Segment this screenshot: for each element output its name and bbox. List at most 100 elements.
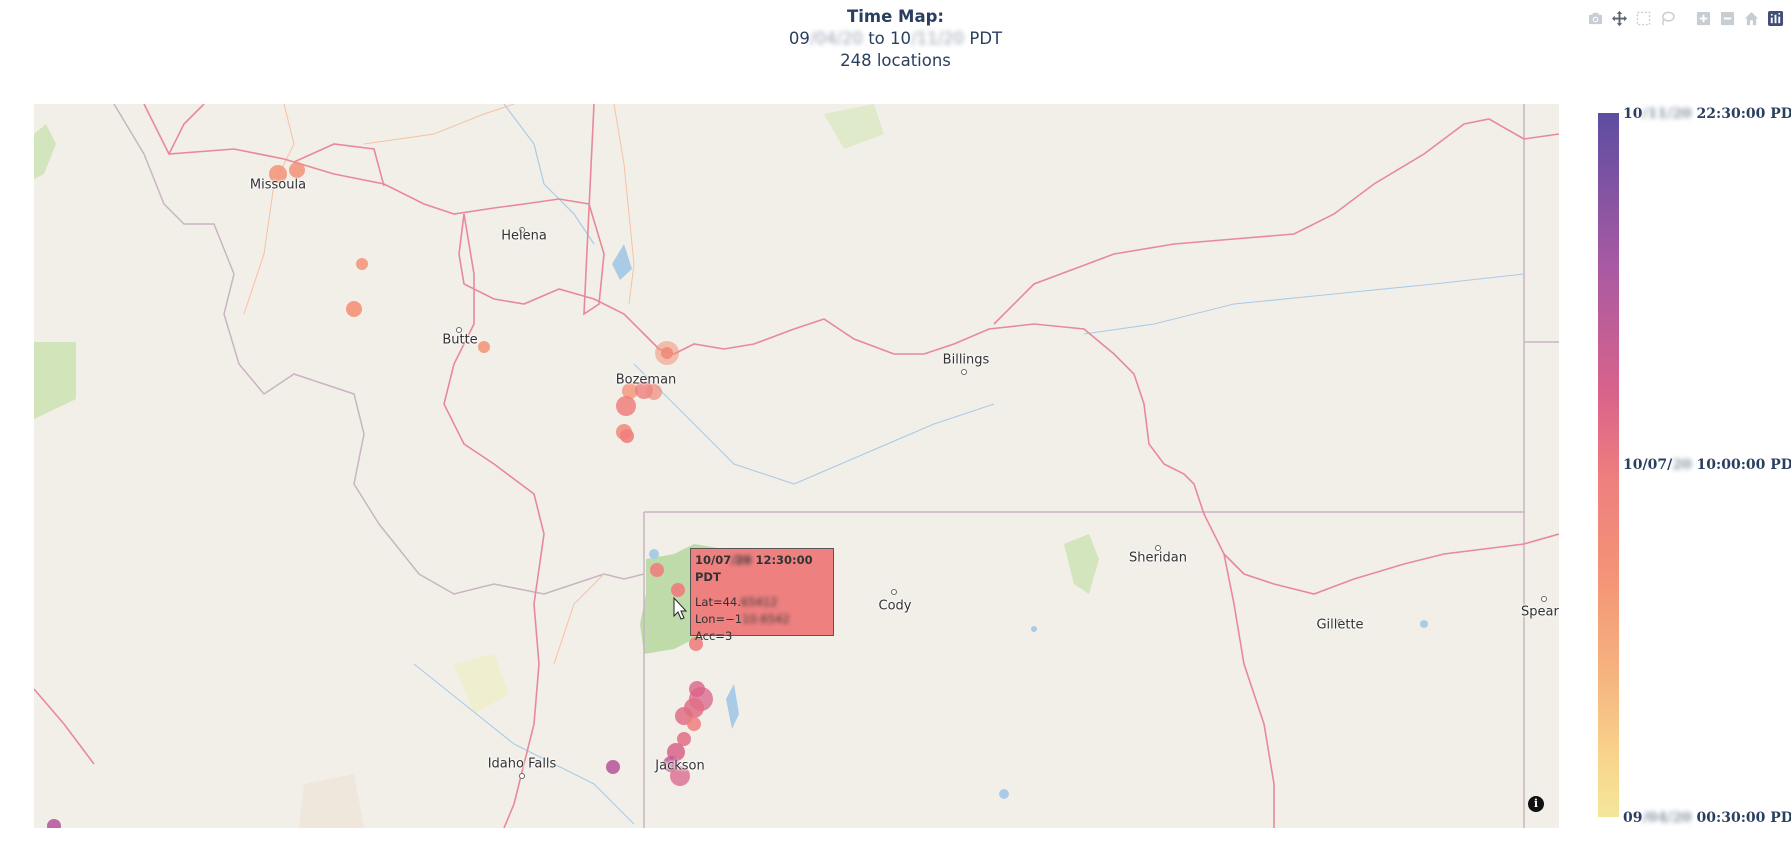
colorbar-top-suffix: 22:30:00 PDT	[1696, 106, 1791, 122]
range-end-redacted: /11/20	[911, 29, 965, 48]
home-icon[interactable]	[1741, 8, 1761, 28]
city-label-spearfish: Spearfi	[1520, 604, 1559, 620]
lake	[612, 244, 632, 280]
chart-title: Time Map: 09/04/20 to 10/11/20 PDT 248 l…	[0, 6, 1791, 72]
city-label-cody: Cody	[878, 598, 912, 614]
highway	[1223, 553, 1275, 828]
camera-icon[interactable]	[1585, 8, 1605, 28]
highway	[168, 104, 205, 155]
hover-tooltip: 10/07/20 12:30:00 PDT Lat=44.65412 Lon=−…	[690, 548, 834, 643]
park-area	[34, 124, 56, 179]
colorbar-mid-suffix: 10:00:00 PDT	[1696, 457, 1791, 473]
tooltip-lon-label: Lon=−1	[695, 612, 743, 626]
colorbar	[1598, 113, 1619, 817]
lake	[1031, 626, 1037, 632]
city-label-billings: Billings	[942, 352, 990, 368]
park-area	[824, 104, 884, 149]
highway	[443, 213, 545, 828]
highway	[293, 143, 385, 187]
range-joiner: to	[862, 29, 891, 48]
highway	[993, 118, 1559, 325]
tooltip-acc: Acc=3	[695, 629, 733, 643]
city-label-butte: Butte	[442, 332, 478, 348]
colorbar-bottom-suffix: 00:30:00 PDT	[1696, 810, 1791, 826]
city-label-bozeman: Bozeman	[615, 372, 677, 388]
highway	[143, 104, 605, 316]
box-select-icon[interactable]	[1633, 8, 1653, 28]
location-marker[interactable]	[687, 717, 701, 731]
location-marker[interactable]	[356, 258, 368, 270]
range-end-prefix: 10	[890, 29, 912, 48]
lake	[999, 789, 1009, 799]
date-range: 09/04/20 to 10/11/20 PDT	[0, 28, 1791, 50]
colorbar-top-redacted: /11/20	[1642, 106, 1692, 122]
city-label-missoula: Missoula	[249, 177, 307, 193]
location-marker[interactable]	[47, 819, 61, 828]
colorbar-label-top: 10/11/20 22:30:00 PDT	[1623, 106, 1791, 122]
map-view[interactable]: Missoula Helena Butte Bozeman Billings S…	[34, 104, 1559, 828]
colorbar-bottom-prefix: 09	[1623, 810, 1643, 826]
city-label-sheridan: Sheridan	[1129, 550, 1187, 566]
river	[633, 363, 995, 485]
river	[413, 663, 635, 825]
park-area	[34, 342, 76, 419]
basemap	[34, 104, 1559, 828]
modebar	[1585, 8, 1785, 28]
terrain-area	[299, 774, 364, 828]
location-count: 248 locations	[840, 51, 951, 70]
location-marker[interactable]	[671, 583, 685, 597]
tooltip-time-prefix: 10/07	[695, 553, 732, 567]
tooltip-lat-redacted: 65412	[740, 595, 778, 609]
colorbar-mid-redacted: 20	[1672, 457, 1692, 473]
location-marker[interactable]	[616, 396, 636, 416]
location-marker[interactable]	[289, 162, 305, 178]
range-suffix: PDT	[964, 29, 1003, 48]
park-area	[1064, 534, 1099, 594]
road	[243, 104, 295, 315]
city-dot	[1541, 596, 1547, 602]
city-label-idaho-falls: Idaho Falls	[487, 756, 557, 772]
state-border	[113, 104, 645, 595]
location-marker[interactable]	[478, 341, 490, 353]
city-label-gillette: Gillette	[1316, 617, 1364, 633]
tooltip-lon: Lon=−110.6542	[695, 611, 829, 628]
lake	[649, 549, 659, 559]
colorbar-bottom-redacted: /04/20	[1642, 810, 1692, 826]
range-start-redacted: /04/20	[809, 29, 863, 48]
location-marker[interactable]	[650, 563, 664, 577]
river	[503, 104, 595, 245]
city-dot	[891, 589, 897, 595]
city-dot	[961, 369, 967, 375]
river	[1083, 273, 1525, 335]
title-main: Time Map:	[846, 7, 944, 26]
colorbar-label-bottom: 09/04/20 00:30:00 PDT	[1623, 810, 1791, 826]
location-marker[interactable]	[620, 429, 634, 443]
park-area	[454, 654, 509, 714]
colorbar-mid-prefix: 10/07/	[1623, 457, 1673, 473]
tooltip-time: 10/07/20 12:30:00 PDT	[695, 552, 829, 586]
tooltip-time-redacted: /20	[731, 553, 752, 567]
tooltip-lat: Lat=44.65412	[695, 594, 829, 611]
zoom-out-icon[interactable]	[1717, 8, 1737, 28]
zoom-in-icon[interactable]	[1693, 8, 1713, 28]
road	[363, 104, 515, 145]
location-marker[interactable]	[606, 760, 620, 774]
tooltip-lon-redacted: 10.6542	[742, 612, 790, 626]
range-start-prefix: 09	[788, 29, 810, 48]
pan-icon[interactable]	[1609, 8, 1629, 28]
lake	[1420, 620, 1428, 628]
city-label-helena: Helena	[501, 228, 547, 244]
lake	[726, 684, 739, 729]
plotly-logo-icon[interactable]	[1765, 8, 1785, 28]
colorbar-label-mid: 10/07/20 10:00:00 PDT	[1623, 457, 1791, 473]
location-marker[interactable]	[661, 347, 673, 359]
lasso-icon[interactable]	[1657, 8, 1677, 28]
location-marker[interactable]	[346, 301, 362, 317]
info-icon[interactable]: i	[1528, 796, 1544, 812]
highway	[34, 688, 95, 765]
city-dot	[519, 773, 525, 779]
location-marker[interactable]	[689, 681, 705, 697]
colorbar-top-prefix: 10	[1623, 106, 1643, 122]
tooltip-lat-label: Lat=44.	[695, 595, 741, 609]
city-label-jackson: Jackson	[655, 758, 705, 774]
